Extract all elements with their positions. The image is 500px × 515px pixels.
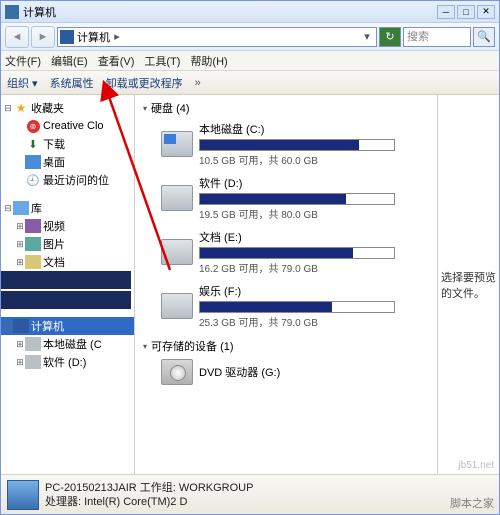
cc-icon: ⊚ <box>27 120 40 133</box>
computer-icon <box>7 480 39 510</box>
search-button[interactable]: 🔍 <box>473 27 495 47</box>
computer-icon <box>5 5 19 19</box>
capacity-bar <box>199 193 395 205</box>
status-bar: PC-20150213JAIR 工作组: WORKGROUP 处理器: Inte… <box>1 474 499 514</box>
system-properties-button[interactable]: 系统属性 <box>50 75 94 91</box>
tree-desktop[interactable]: 桌面 <box>1 153 134 171</box>
picture-icon <box>25 237 41 251</box>
tree-recent[interactable]: 🕘最近访问的位 <box>1 171 134 189</box>
drive-icon <box>161 239 193 265</box>
capacity-bar <box>199 247 395 259</box>
refresh-button[interactable]: ↻ <box>379 27 401 47</box>
tree-documents[interactable]: ⊞文档 <box>1 253 134 271</box>
back-button[interactable]: ◄ <box>5 26 29 48</box>
nav-toolbar: ◄ ► 计算机 ▸ ▾ ↻ 搜索 🔍 <box>1 23 499 51</box>
minimize-button[interactable]: ─ <box>437 5 455 19</box>
drive-icon <box>161 131 193 157</box>
content-pane: ▾硬盘 (4) 本地磁盘 (C:) 10.5 GB 可用，共 60.0 GB 软件 … <box>135 95 437 474</box>
group-hdd[interactable]: ▾硬盘 (4) <box>143 99 429 117</box>
titlebar: 计算机 ─ □ ✕ <box>1 1 499 23</box>
drive-name: 本地磁盘 (C:) <box>199 121 429 137</box>
tree-drive-d[interactable]: ⊞软件 (D:) <box>1 353 134 371</box>
capacity-bar <box>199 301 395 313</box>
tree-downloads[interactable]: ⬇下载 <box>1 135 134 153</box>
overflow-button[interactable]: » <box>195 77 201 89</box>
video-icon <box>25 219 41 233</box>
status-line1: PC-20150213JAIR 工作组: WORKGROUP <box>45 481 253 495</box>
library-icon <box>13 201 29 215</box>
document-icon <box>25 255 41 269</box>
menu-edit[interactable]: 编辑(E) <box>51 53 88 69</box>
menu-view[interactable]: 查看(V) <box>98 53 135 69</box>
preview-pane: 选择要预览的文件。 <box>437 95 499 474</box>
close-button[interactable]: ✕ <box>477 5 495 19</box>
tree-drive-c[interactable]: ⊞本地磁盘 (C <box>1 335 134 353</box>
address-bar[interactable]: 计算机 ▸ ▾ <box>57 27 377 47</box>
uninstall-button[interactable]: 卸载或更改程序 <box>106 75 183 91</box>
drive-icon <box>161 293 193 319</box>
dropdown-icon[interactable]: ▾ <box>360 30 374 43</box>
drive-name: 软件 (D:) <box>199 175 429 191</box>
forward-button[interactable]: ► <box>31 26 55 48</box>
drive-item[interactable]: 软件 (D:) 19.5 GB 可用，共 80.0 GB <box>161 175 429 221</box>
star-icon: ★ <box>13 101 29 115</box>
tree-pictures[interactable]: ⊞图片 <box>1 235 134 253</box>
tree-computer[interactable]: ⊟计算机 <box>1 317 134 335</box>
nav-tree: ⊟★收藏夹 ⊚Creative Clo ⬇下载 桌面 🕘最近访问的位 ⊟库 ⊞视… <box>1 95 135 474</box>
drive-name: 文档 (E:) <box>199 229 429 245</box>
desktop-icon <box>25 155 41 169</box>
collapse-icon: ▾ <box>143 342 147 351</box>
drive-item[interactable]: 娱乐 (F:) 25.3 GB 可用，共 79.0 GB <box>161 283 429 329</box>
redacted-item <box>1 291 131 309</box>
computer-icon <box>13 319 29 333</box>
drive-stats: 19.5 GB 可用，共 80.0 GB <box>199 206 429 221</box>
drive-stats: 25.3 GB 可用，共 79.0 GB <box>199 314 429 329</box>
clock-icon: 🕘 <box>25 173 41 187</box>
drive-icon <box>25 337 41 351</box>
command-bar: 组织 ▾ 系统属性 卸载或更改程序 » <box>1 71 499 95</box>
drive-dvd[interactable]: DVD 驱动器 (G:) <box>161 359 429 385</box>
tree-videos[interactable]: ⊞视频 <box>1 217 134 235</box>
download-icon: ⬇ <box>25 137 41 151</box>
drive-stats: 16.2 GB 可用，共 79.0 GB <box>199 260 429 275</box>
menu-tools[interactable]: 工具(T) <box>144 53 180 69</box>
watermark: 脚本之家 <box>450 495 494 511</box>
drive-item[interactable]: 本地磁盘 (C:) 10.5 GB 可用，共 60.0 GB <box>161 121 429 167</box>
menu-bar: 文件(F) 编辑(E) 查看(V) 工具(T) 帮助(H) <box>1 51 499 71</box>
window-title: 计算机 <box>23 4 437 20</box>
organize-button[interactable]: 组织 ▾ <box>7 75 38 91</box>
tree-creative-cloud[interactable]: ⊚Creative Clo <box>1 117 134 135</box>
tree-libraries[interactable]: ⊟库 <box>1 199 134 217</box>
drive-name: 娱乐 (F:) <box>199 283 429 299</box>
watermark: jb51.net <box>458 460 494 471</box>
dvd-icon <box>161 359 193 385</box>
collapse-icon: ▾ <box>143 104 147 113</box>
capacity-bar <box>199 139 395 151</box>
drive-icon <box>161 185 193 211</box>
menu-help[interactable]: 帮助(H) <box>190 53 227 69</box>
search-input[interactable]: 搜索 <box>403 27 471 47</box>
drive-stats: 10.5 GB 可用，共 60.0 GB <box>199 152 429 167</box>
maximize-button[interactable]: □ <box>457 5 475 19</box>
chevron-right-icon[interactable]: ▸ <box>110 30 124 43</box>
computer-icon <box>60 30 74 44</box>
status-line2: 处理器: Intel(R) Core(TM)2 D <box>45 495 253 509</box>
drive-icon <box>25 355 41 369</box>
group-removable[interactable]: ▾可存储的设备 (1) <box>143 337 429 355</box>
address-text: 计算机 <box>77 29 110 45</box>
redacted-item <box>1 271 131 289</box>
menu-file[interactable]: 文件(F) <box>5 53 41 69</box>
drive-item[interactable]: 文档 (E:) 16.2 GB 可用，共 79.0 GB <box>161 229 429 275</box>
tree-favorites[interactable]: ⊟★收藏夹 <box>1 99 134 117</box>
